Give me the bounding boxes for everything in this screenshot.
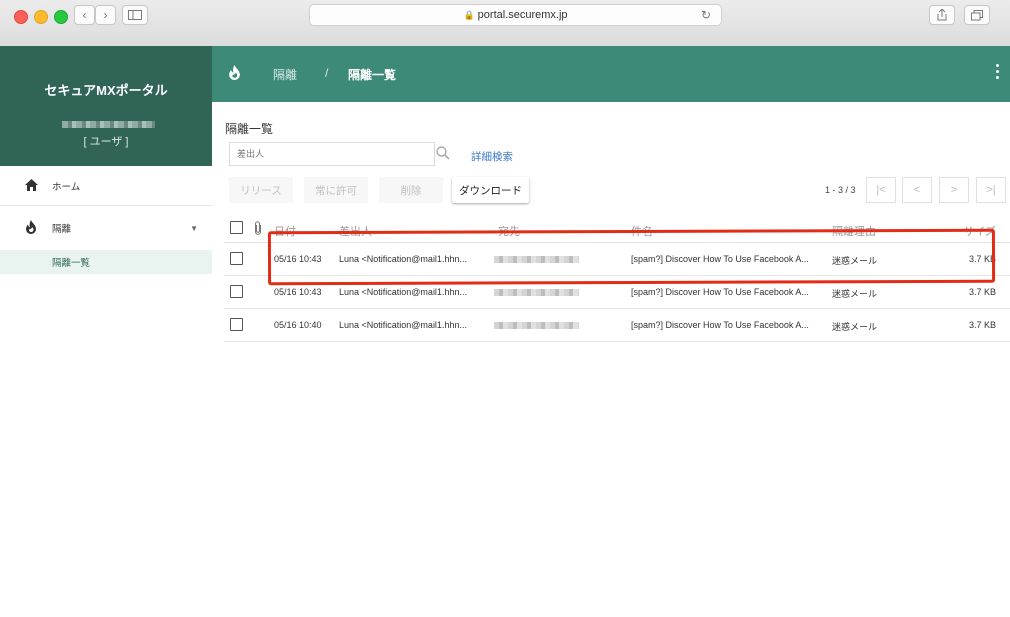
row-date: 05/16 10:40 bbox=[274, 320, 322, 330]
first-page-button[interactable]: |< bbox=[866, 177, 896, 203]
table-row[interactable]: 05/16 10:43 Luna <Notification@mail1.hhn… bbox=[224, 243, 1010, 276]
chevron-down-icon[interactable]: ▼ bbox=[190, 224, 198, 233]
sidebar-item-quarantine-list[interactable]: 隔離一覧 bbox=[0, 250, 212, 274]
sidebar-item-label: 隔離一覧 bbox=[52, 258, 91, 269]
sidebar-item-label: ホーム bbox=[52, 182, 81, 193]
reload-icon[interactable]: ↻ bbox=[701, 8, 711, 22]
minimize-window-button[interactable] bbox=[34, 10, 48, 24]
chevron-right-icon: › bbox=[103, 8, 108, 22]
url-text: portal.securemx.jp bbox=[477, 9, 568, 21]
search-icon[interactable] bbox=[436, 146, 450, 165]
tabs-icon bbox=[971, 9, 983, 20]
main-content: 隔離一覧 詳細検索 リリース 常に許可 削除 ダウンロード 1 - 3 / 3 … bbox=[212, 102, 1010, 617]
fire-icon bbox=[228, 65, 241, 85]
column-size[interactable]: サイズ bbox=[963, 223, 996, 239]
chevron-left-icon: ‹ bbox=[82, 8, 87, 22]
column-subject[interactable]: 件名 bbox=[631, 223, 653, 239]
browser-window: ‹ › 🔒 portal.securemx.jp ↻ セキュアMXポータル [ … bbox=[0, 0, 1010, 617]
recipient-redacted bbox=[494, 289, 579, 296]
sidebar: セキュアMXポータル [ ユーザ ] ホーム 隔離 ▼ 隔離一覧 bbox=[0, 46, 213, 617]
tabs-overview-button[interactable] bbox=[964, 5, 990, 25]
close-window-button[interactable] bbox=[14, 10, 28, 24]
sidebar-header: セキュアMXポータル [ ユーザ ] bbox=[0, 46, 212, 166]
sender-search-input[interactable] bbox=[229, 142, 435, 166]
page-title: 隔離一覧 bbox=[225, 122, 274, 136]
sidebar-item-home[interactable]: ホーム bbox=[0, 175, 212, 197]
breadcrumb-current: 隔離一覧 bbox=[348, 68, 397, 82]
sidebar-toggle-button[interactable] bbox=[122, 5, 148, 25]
row-subject: [spam?] Discover How To Use Facebook A..… bbox=[631, 287, 809, 297]
result-count: 1 - 3 / 3 bbox=[825, 185, 856, 195]
row-subject: [spam?] Discover How To Use Facebook A..… bbox=[631, 254, 809, 264]
row-size: 3.7 KB bbox=[968, 254, 996, 264]
always-allow-button[interactable]: 常に許可 bbox=[304, 177, 368, 203]
share-button[interactable] bbox=[929, 5, 955, 25]
last-page-button[interactable]: >| bbox=[976, 177, 1006, 203]
prev-page-button[interactable]: < bbox=[902, 177, 932, 203]
release-button[interactable]: リリース bbox=[229, 177, 293, 203]
app-title: セキュアMXポータル bbox=[44, 83, 168, 98]
row-size: 3.7 KB bbox=[968, 287, 996, 297]
forward-button[interactable]: › bbox=[95, 5, 116, 25]
recipient-redacted bbox=[494, 256, 579, 263]
row-date: 05/16 10:43 bbox=[274, 254, 322, 264]
attachment-icon bbox=[254, 221, 262, 238]
advanced-search-link[interactable]: 詳細検索 bbox=[471, 149, 513, 164]
table-header: 日付 差出人 宛先 件名 隔離理由 サイズ bbox=[224, 216, 1010, 243]
row-checkbox[interactable] bbox=[230, 252, 243, 265]
share-icon bbox=[937, 9, 947, 21]
sidebar-item-quarantine[interactable]: 隔離 ▼ bbox=[0, 217, 212, 239]
select-all-checkbox[interactable] bbox=[230, 221, 243, 234]
row-sender: Luna <Notification@mail1.hhn... bbox=[339, 254, 467, 264]
sidebar-divider bbox=[0, 205, 212, 206]
row-checkbox[interactable] bbox=[230, 318, 243, 331]
next-page-button[interactable]: > bbox=[939, 177, 969, 203]
column-reason[interactable]: 隔離理由 bbox=[832, 223, 876, 239]
username-redacted bbox=[62, 121, 155, 128]
app-header: 隔離 / 隔離一覧 bbox=[212, 46, 1010, 102]
row-reason: 迷惑メール bbox=[832, 322, 878, 332]
row-size: 3.7 KB bbox=[968, 320, 996, 330]
breadcrumb-quarantine[interactable]: 隔離 bbox=[273, 66, 297, 83]
browser-toolbar: ‹ › 🔒 portal.securemx.jp ↻ bbox=[0, 0, 1010, 47]
download-button[interactable]: ダウンロード bbox=[452, 177, 529, 203]
row-reason: 迷惑メール bbox=[832, 289, 878, 299]
more-options-icon[interactable] bbox=[996, 64, 1000, 79]
user-role: [ ユーザ ] bbox=[83, 136, 129, 148]
table-row[interactable]: 05/16 10:40 Luna <Notification@mail1.hhn… bbox=[224, 309, 1010, 342]
lock-icon: 🔒 bbox=[463, 9, 475, 20]
recipient-redacted bbox=[494, 322, 579, 329]
back-button[interactable]: ‹ bbox=[74, 5, 95, 25]
fire-icon bbox=[24, 219, 38, 237]
row-checkbox[interactable] bbox=[230, 285, 243, 298]
row-date: 05/16 10:43 bbox=[274, 287, 322, 297]
row-sender: Luna <Notification@mail1.hhn... bbox=[339, 320, 467, 330]
table-row[interactable]: 05/16 10:43 Luna <Notification@mail1.hhn… bbox=[224, 276, 1010, 309]
zoom-window-button[interactable] bbox=[54, 10, 68, 24]
home-icon bbox=[24, 178, 38, 194]
row-subject: [spam?] Discover How To Use Facebook A..… bbox=[631, 320, 809, 330]
column-recipient[interactable]: 宛先 bbox=[498, 223, 520, 239]
address-bar[interactable]: 🔒 portal.securemx.jp ↻ bbox=[309, 4, 722, 26]
column-date[interactable]: 日付 bbox=[274, 223, 296, 239]
row-reason: 迷惑メール bbox=[832, 256, 878, 266]
sidebar-item-label: 隔離 bbox=[52, 224, 72, 235]
row-sender: Luna <Notification@mail1.hhn... bbox=[339, 287, 467, 297]
delete-button[interactable]: 削除 bbox=[379, 177, 443, 203]
breadcrumb-separator: / bbox=[325, 66, 329, 80]
column-sender[interactable]: 差出人 bbox=[339, 223, 372, 239]
sidebar-icon bbox=[128, 10, 142, 20]
